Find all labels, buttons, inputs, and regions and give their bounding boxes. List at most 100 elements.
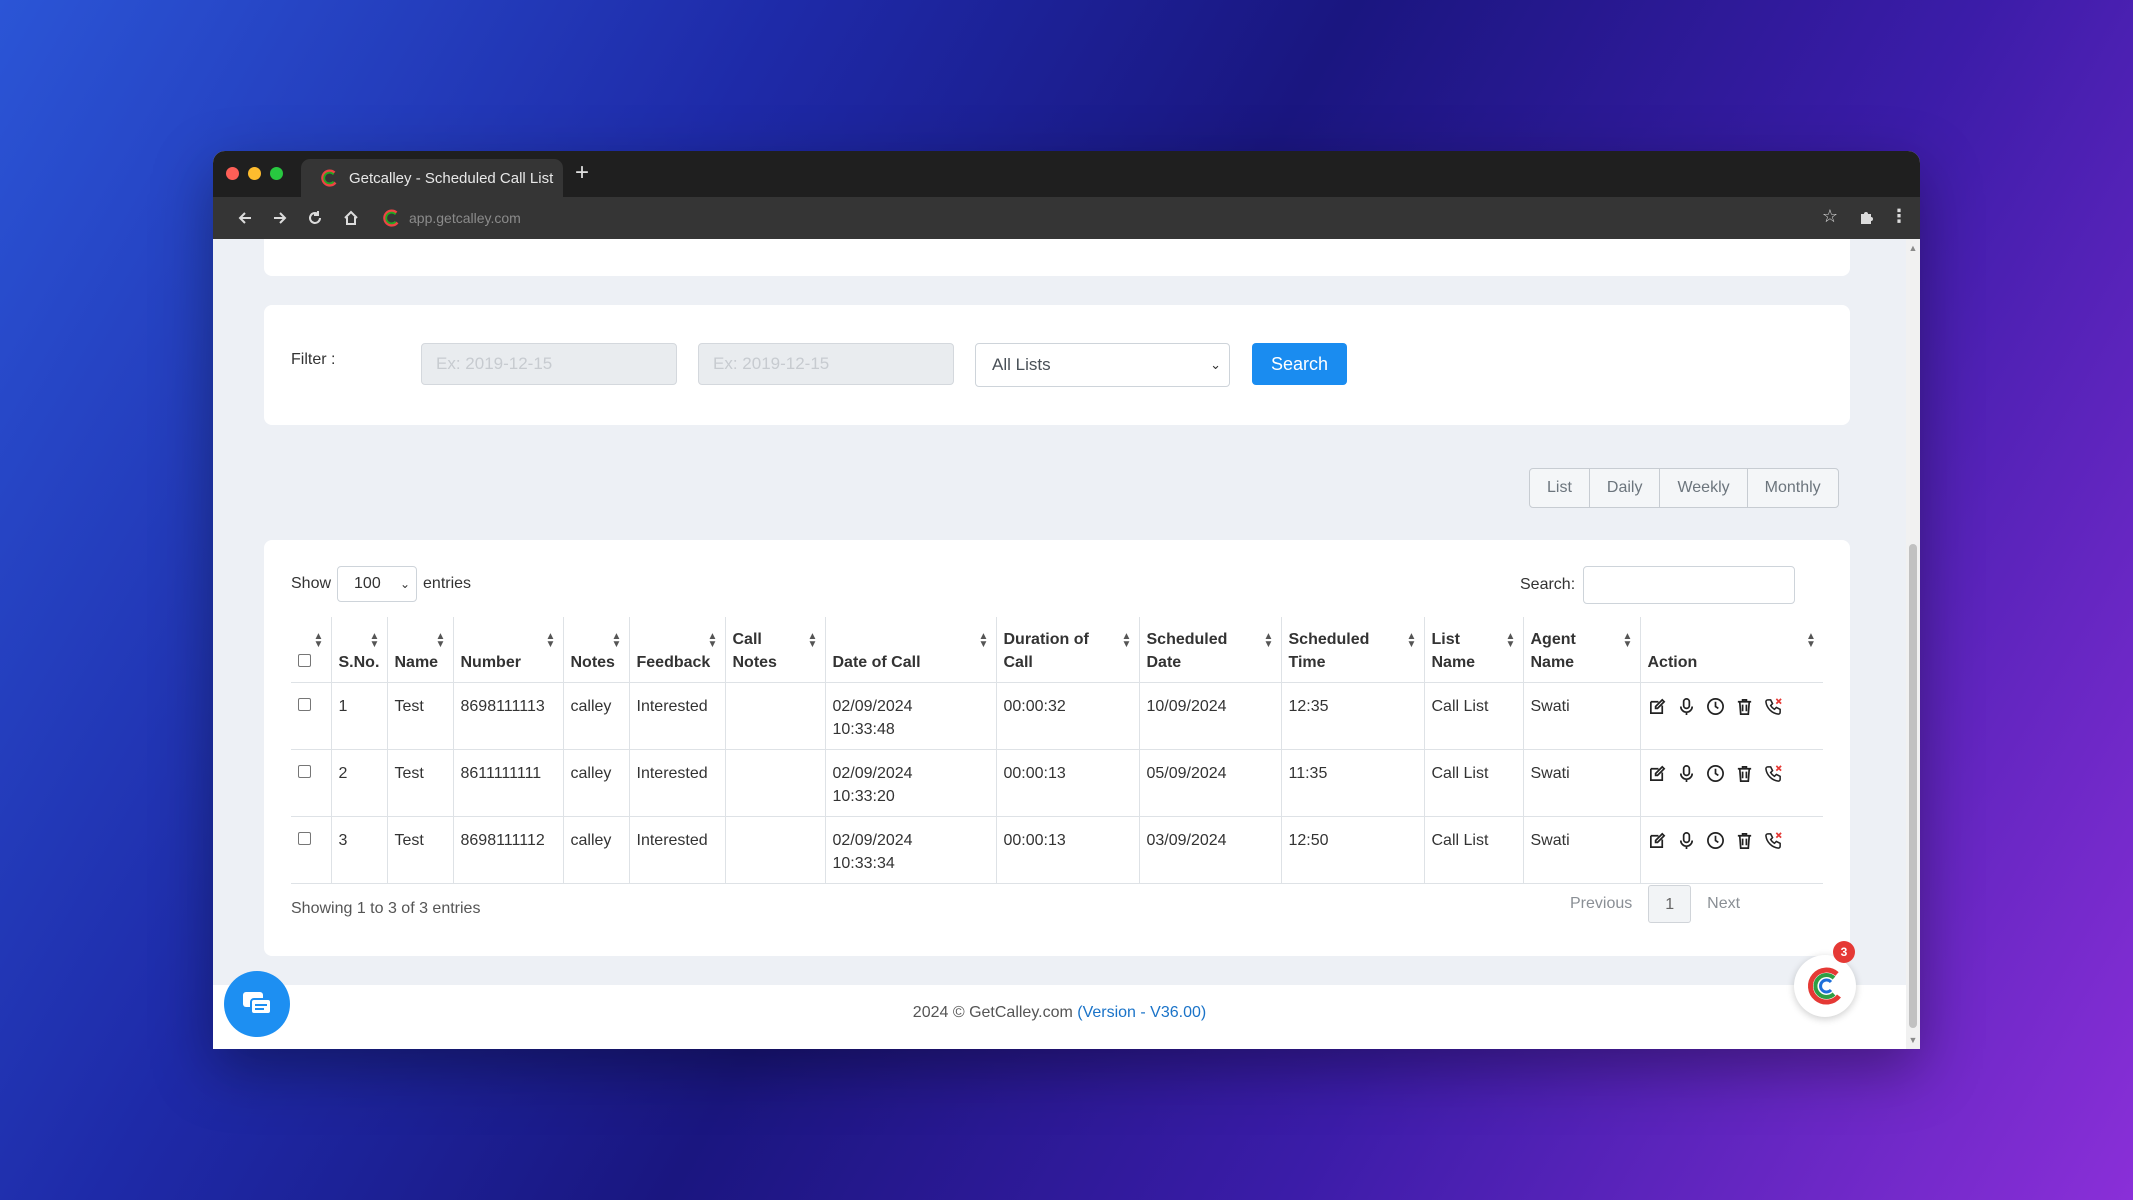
clock-icon[interactable] (1706, 831, 1726, 851)
close-window-button[interactable] (226, 167, 239, 180)
row-select-cell[interactable] (291, 681, 332, 750)
microphone-icon[interactable] (1677, 764, 1697, 784)
phone-icon[interactable] (1764, 831, 1784, 851)
row-checkbox[interactable] (298, 764, 311, 778)
filter-label: Filter : (291, 351, 336, 368)
browser-toolbar: app.getcalley.com ☆ ⋮ (213, 197, 1920, 239)
edit-icon[interactable] (1648, 764, 1668, 784)
search-button[interactable]: Search (1252, 343, 1347, 385)
column-header[interactable]: Agent Name ▲ ▼ (1522, 617, 1641, 683)
reload-icon[interactable] (303, 206, 327, 230)
sort-icon: ▲ ▼ (1505, 631, 1516, 650)
entries-label: entries (423, 575, 472, 592)
column-header[interactable]: Duration of Call ▲ ▼ (995, 617, 1140, 683)
scroll-up-icon[interactable]: ▲ (1908, 243, 1918, 253)
view-weekly-button[interactable]: Weekly (1660, 469, 1748, 507)
scroll-down-icon[interactable]: ▼ (1908, 1035, 1918, 1045)
column-header[interactable]: Scheduled Date ▲ ▼ (1138, 617, 1282, 683)
column-header[interactable]: Feedback ▲ ▼ (628, 617, 726, 683)
phone-icon[interactable] (1764, 764, 1784, 784)
cell-date-of-call: 02/09/2024 10:33:48 (824, 681, 997, 750)
list-select[interactable]: All Lists ⌄ (975, 343, 1230, 387)
sort-icon: ▲ ▼ (1806, 631, 1816, 650)
edit-icon[interactable] (1648, 831, 1668, 851)
select-all-header[interactable]: ▲ ▼ (291, 617, 332, 683)
cell-scheduled-date: 03/09/2024 (1138, 815, 1282, 884)
microphone-icon[interactable] (1677, 697, 1697, 717)
row-select-cell[interactable] (291, 815, 332, 884)
trash-icon[interactable] (1735, 831, 1755, 851)
sort-icon: ▲ ▼ (611, 631, 622, 650)
column-header[interactable]: S.No. ▲ ▼ (330, 617, 388, 683)
to-date-input[interactable]: Ex: 2019-12-15 (698, 343, 954, 385)
cell-feedback: Interested (628, 681, 726, 750)
forward-icon[interactable] (268, 206, 292, 230)
table-search-label: Search: (1520, 576, 1576, 593)
column-header[interactable]: Notes ▲ ▼ (562, 617, 630, 683)
row-checkbox[interactable] (298, 831, 311, 845)
trash-icon[interactable] (1735, 764, 1755, 784)
sort-icon[interactable]: ▲ ▼ (314, 632, 324, 650)
previous-page-button[interactable]: Previous (1554, 885, 1648, 923)
scrollbar-thumb[interactable] (1909, 544, 1917, 1028)
entries-select[interactable]: 100 ⌄ (337, 566, 418, 602)
back-icon[interactable] (233, 206, 257, 230)
cell-actions (1639, 681, 1823, 750)
view-daily-button[interactable]: Daily (1590, 469, 1661, 507)
column-header[interactable]: List Name ▲ ▼ (1423, 617, 1524, 683)
home-icon[interactable] (339, 206, 363, 230)
version-link[interactable]: (Version - V36.00) (1077, 1004, 1206, 1021)
view-list-button[interactable]: List (1530, 469, 1590, 507)
next-page-button[interactable]: Next (1691, 885, 1756, 923)
cell-number: 8611111111 (452, 748, 564, 817)
browser-menu-icon[interactable]: ⋮ (1890, 206, 1908, 227)
calley-widget-button[interactable] (1794, 955, 1856, 1017)
minimize-window-button[interactable] (248, 167, 261, 180)
column-header[interactable]: Call Notes ▲ ▼ (724, 617, 826, 683)
bookmark-star-icon[interactable]: ☆ (1822, 206, 1838, 227)
phone-icon[interactable] (1764, 697, 1784, 717)
chat-support-button[interactable] (224, 971, 290, 1037)
page-1-button[interactable]: 1 (1648, 885, 1692, 923)
column-label: S.No. (338, 653, 380, 671)
entries-length-control: Show 100 ⌄ entries (291, 566, 471, 602)
clock-icon[interactable] (1706, 764, 1726, 784)
cell-notes: calley (562, 815, 630, 884)
from-date-input[interactable]: Ex: 2019-12-15 (421, 343, 677, 385)
trash-icon[interactable] (1735, 697, 1755, 717)
cell-notes: calley (562, 681, 630, 750)
table-search-input[interactable] (1583, 566, 1796, 604)
address-bar[interactable]: app.getcalley.com (383, 202, 1840, 234)
cell-list-name: Call List (1423, 748, 1524, 817)
row-checkbox[interactable] (298, 697, 311, 711)
cell-date-of-call: 02/09/2024 10:33:34 (824, 815, 997, 884)
column-label: Scheduled Date (1146, 630, 1228, 671)
view-monthly-button[interactable]: Monthly (1748, 469, 1838, 507)
cell-name: Test (386, 748, 454, 817)
entries-select-value: 100 (354, 575, 381, 592)
select-all-checkbox[interactable] (298, 653, 311, 667)
cell-feedback: Interested (628, 748, 726, 817)
cell-date-of-call: 02/09/2024 10:33:20 (824, 748, 997, 817)
extensions-puzzle-icon[interactable] (1856, 205, 1880, 229)
column-header[interactable]: Scheduled Time ▲ ▼ (1280, 617, 1425, 683)
table-search: Search: (1520, 566, 1796, 604)
column-header[interactable]: Date of Call ▲ ▼ (824, 617, 997, 683)
chat-bubble-icon (243, 992, 272, 1015)
column-header[interactable]: Name ▲ ▼ (386, 617, 454, 683)
sort-icon: ▲ ▼ (1406, 631, 1417, 650)
row-select-cell[interactable] (291, 748, 332, 817)
active-tab[interactable]: Getcalley - Scheduled Call List (301, 159, 563, 197)
page-footer: 2024 © GetCalley.com (Version - V36.00) (213, 985, 1906, 1049)
microphone-icon[interactable] (1677, 831, 1697, 851)
maximize-window-button[interactable] (270, 167, 283, 180)
edit-icon[interactable] (1648, 697, 1668, 717)
column-header[interactable]: Number ▲ ▼ (452, 617, 564, 683)
column-header[interactable]: Action ▲ ▼ (1639, 617, 1823, 683)
cell-agent: Swati (1522, 815, 1641, 884)
clock-icon[interactable] (1706, 697, 1726, 717)
new-tab-button[interactable]: + (575, 161, 589, 185)
row-actions (1648, 829, 1817, 851)
page-scrollbar[interactable]: ▲ ▼ (1906, 239, 1920, 1049)
notification-badge: 3 (1833, 941, 1855, 963)
